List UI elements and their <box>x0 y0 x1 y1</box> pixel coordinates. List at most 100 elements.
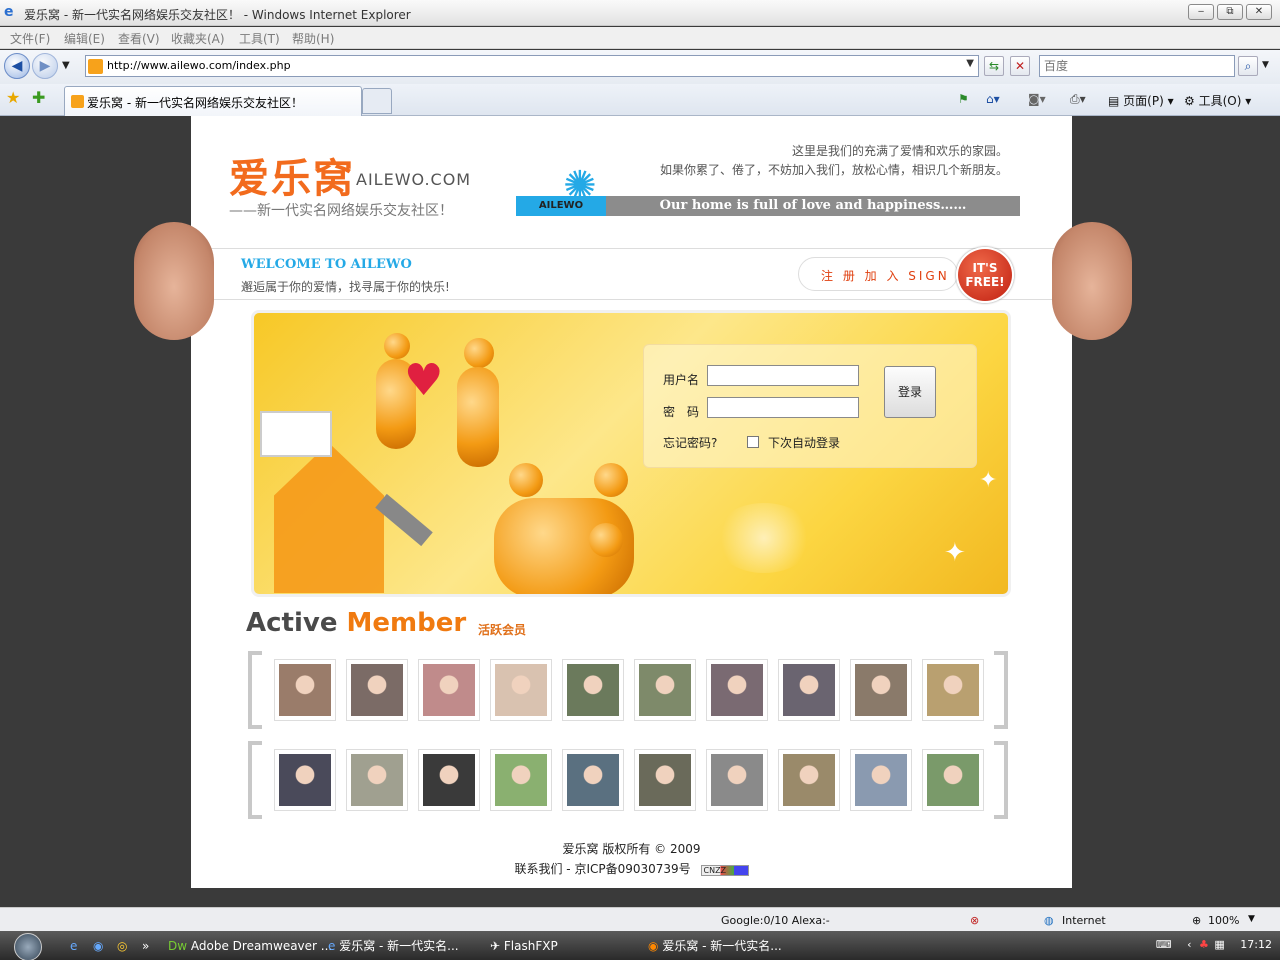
site-logo[interactable]: 爱乐窝 <box>229 146 355 204</box>
member-thumbnail[interactable] <box>706 749 768 811</box>
member-thumbnail[interactable] <box>850 749 912 811</box>
member-thumbnail[interactable] <box>634 749 696 811</box>
search-options-icon[interactable]: ▼ <box>1262 60 1269 70</box>
left-hand-decoration <box>134 222 214 340</box>
firefox-icon: ◉ <box>648 939 659 953</box>
menu-tools[interactable]: 工具(T) <box>239 30 280 47</box>
menu-favorites[interactable]: 收藏夹(A) <box>171 30 225 47</box>
keyboard-icon[interactable]: ⌨ <box>1156 938 1172 951</box>
member-photo <box>855 664 907 716</box>
back-arrow-icon[interactable]: ◀ <box>4 53 30 79</box>
heart-icon: ♥ <box>404 355 444 406</box>
address-url[interactable]: http://www.ailewo.com/index.php <box>107 59 291 72</box>
zoom-dropdown-icon[interactable]: ▼ <box>1248 914 1255 924</box>
flashfxp-icon: ✈ <box>490 939 501 953</box>
forward-arrow-icon[interactable]: ▶ <box>32 53 58 79</box>
zoom-level[interactable]: 100% <box>1208 914 1239 927</box>
site-slogan: ——新一代实名网络娱乐交友社区！ <box>229 203 453 219</box>
signup-button[interactable]: 注 册 加 入 SIGN UP <box>798 257 976 291</box>
figure-group-head <box>589 523 623 557</box>
member-thumbnail[interactable] <box>778 659 840 721</box>
start-button[interactable] <box>14 933 42 960</box>
search-input[interactable] <box>1044 57 1224 75</box>
window-title: 爱乐窝 - 新一代实名网络娱乐交友社区！ - Windows Internet … <box>24 8 411 22</box>
refresh-icon[interactable]: ⇆ <box>984 56 1004 76</box>
member-thumbnail[interactable] <box>922 749 984 811</box>
add-favorite-icon[interactable]: ✚ <box>32 88 45 107</box>
search-icon[interactable]: ⌕ <box>1238 56 1258 76</box>
free-badge[interactable]: IT'S FREE! <box>956 247 1014 303</box>
menu-edit[interactable]: 编辑(E) <box>64 30 105 47</box>
search-box[interactable] <box>1039 55 1235 77</box>
member-thumbnail[interactable] <box>490 659 552 721</box>
task-firefox[interactable]: ◉ 爱乐窝 - 新一代实名... <box>648 934 782 958</box>
menu-view[interactable]: 查看(V) <box>118 30 160 47</box>
tray-expand-icon[interactable]: ‹ <box>1187 938 1191 951</box>
member-thumbnail[interactable] <box>850 659 912 721</box>
task-ie[interactable]: e 爱乐窝 - 新一代实名... <box>328 934 459 958</box>
forgot-password-link[interactable]: 忘记密码? <box>663 434 717 451</box>
web-page: 爱乐窝 AILEWO.COM ——新一代实名网络娱乐交友社区！ 这里是我们的充满… <box>191 116 1072 888</box>
member-thumbnail[interactable] <box>274 659 336 721</box>
intro-line-1: 这里是我们的充满了爱情和欢乐的家园。 <box>791 144 1008 158</box>
member-thumbnail[interactable] <box>562 749 624 811</box>
task-dreamweaver[interactable]: Dw Adobe Dreamweaver ... <box>168 934 332 958</box>
bracket-left <box>248 741 262 819</box>
username-input[interactable] <box>707 365 859 386</box>
member-thumbnail[interactable] <box>706 659 768 721</box>
password-input[interactable] <box>707 397 859 418</box>
page-menu[interactable]: ▤ 页面(P) ▾ <box>1108 92 1174 109</box>
member-thumbnail[interactable] <box>562 659 624 721</box>
stop-icon[interactable]: ✕ <box>1010 56 1030 76</box>
member-thumbnail[interactable] <box>274 749 336 811</box>
tab-ailewo[interactable]: 爱乐窝 - 新一代实名网络娱乐交友社区！ <box>64 86 362 116</box>
task-dreamweaver-label: Adobe Dreamweaver ... <box>190 939 333 953</box>
zoom-icon[interactable]: ⊕ <box>1192 914 1201 927</box>
explorer-quicklaunch-icon[interactable]: ◉ <box>93 934 103 958</box>
remember-me-checkbox[interactable] <box>747 436 759 448</box>
member-thumbnail[interactable] <box>418 659 480 721</box>
dreamweaver-icon: Dw <box>168 939 188 953</box>
clock[interactable]: 17:12 <box>1240 938 1272 951</box>
history-dropdown-icon[interactable]: ▼ <box>62 60 70 71</box>
menu-help[interactable]: 帮助(H) <box>292 30 334 47</box>
address-dropdown-icon[interactable]: ▼ <box>966 58 974 69</box>
feeds-icon[interactable]: ⚑ <box>958 92 969 106</box>
favorites-star-icon[interactable]: ★ <box>6 88 20 107</box>
member-thumbnail[interactable] <box>490 749 552 811</box>
qq-icon[interactable]: ♣ <box>1199 938 1209 951</box>
member-thumbnail[interactable] <box>418 749 480 811</box>
close-button[interactable]: ✕ <box>1246 4 1272 20</box>
active-member-cn: 活跃会员 <box>478 623 527 637</box>
rss-icon[interactable]: ◙▾ <box>1028 92 1046 106</box>
address-bar[interactable]: http://www.ailewo.com/index.php ▼ <box>85 55 979 77</box>
member-thumbnail[interactable] <box>922 659 984 721</box>
member-thumbnail[interactable] <box>346 749 408 811</box>
print-icon[interactable]: ⎙▾ <box>1070 92 1086 107</box>
footer-contact: 联系我们 - 京ICP备09030739号 CNZZ <box>191 860 1072 877</box>
maximize-button[interactable]: ⧉ <box>1217 4 1243 20</box>
member-photo <box>639 664 691 716</box>
new-tab-button[interactable] <box>362 88 392 114</box>
welcome-subtitle: 邂逅属于你的爱情，找寻属于你的快乐! <box>241 280 450 294</box>
protected-mode-icon[interactable]: ⊗ <box>970 914 979 927</box>
cnzz-badge[interactable]: CNZZ <box>700 865 749 876</box>
menu-file[interactable]: 文件(F) <box>10 30 50 47</box>
ie-quicklaunch-icon[interactable]: e <box>70 934 77 958</box>
tools-menu[interactable]: ⚙ 工具(O) ▾ <box>1184 92 1251 109</box>
quicklaunch-more-icon[interactable]: » <box>142 934 149 958</box>
minimize-button[interactable]: ‒ <box>1188 4 1214 20</box>
banner-text: Our home is full of love and happiness…… <box>659 198 967 213</box>
bracket-right <box>994 741 1008 819</box>
tab-label: 爱乐窝 - 新一代实名网络娱乐交友社区！ <box>87 96 303 110</box>
sparkle-icon: ✦ <box>979 468 998 493</box>
app-quicklaunch-icon[interactable]: ◎ <box>117 934 127 958</box>
home-icon[interactable]: ⌂▾ <box>986 92 1000 106</box>
task-flashfxp[interactable]: ✈ FlashFXP <box>490 934 558 958</box>
member-thumbnail[interactable] <box>346 659 408 721</box>
member-thumbnail[interactable] <box>634 659 696 721</box>
network-icon[interactable]: ▦ <box>1214 938 1224 951</box>
footer-contact-text[interactable]: 联系我们 - 京ICP备09030739号 <box>514 862 690 876</box>
login-button[interactable]: 登录 <box>884 366 936 418</box>
member-thumbnail[interactable] <box>778 749 840 811</box>
